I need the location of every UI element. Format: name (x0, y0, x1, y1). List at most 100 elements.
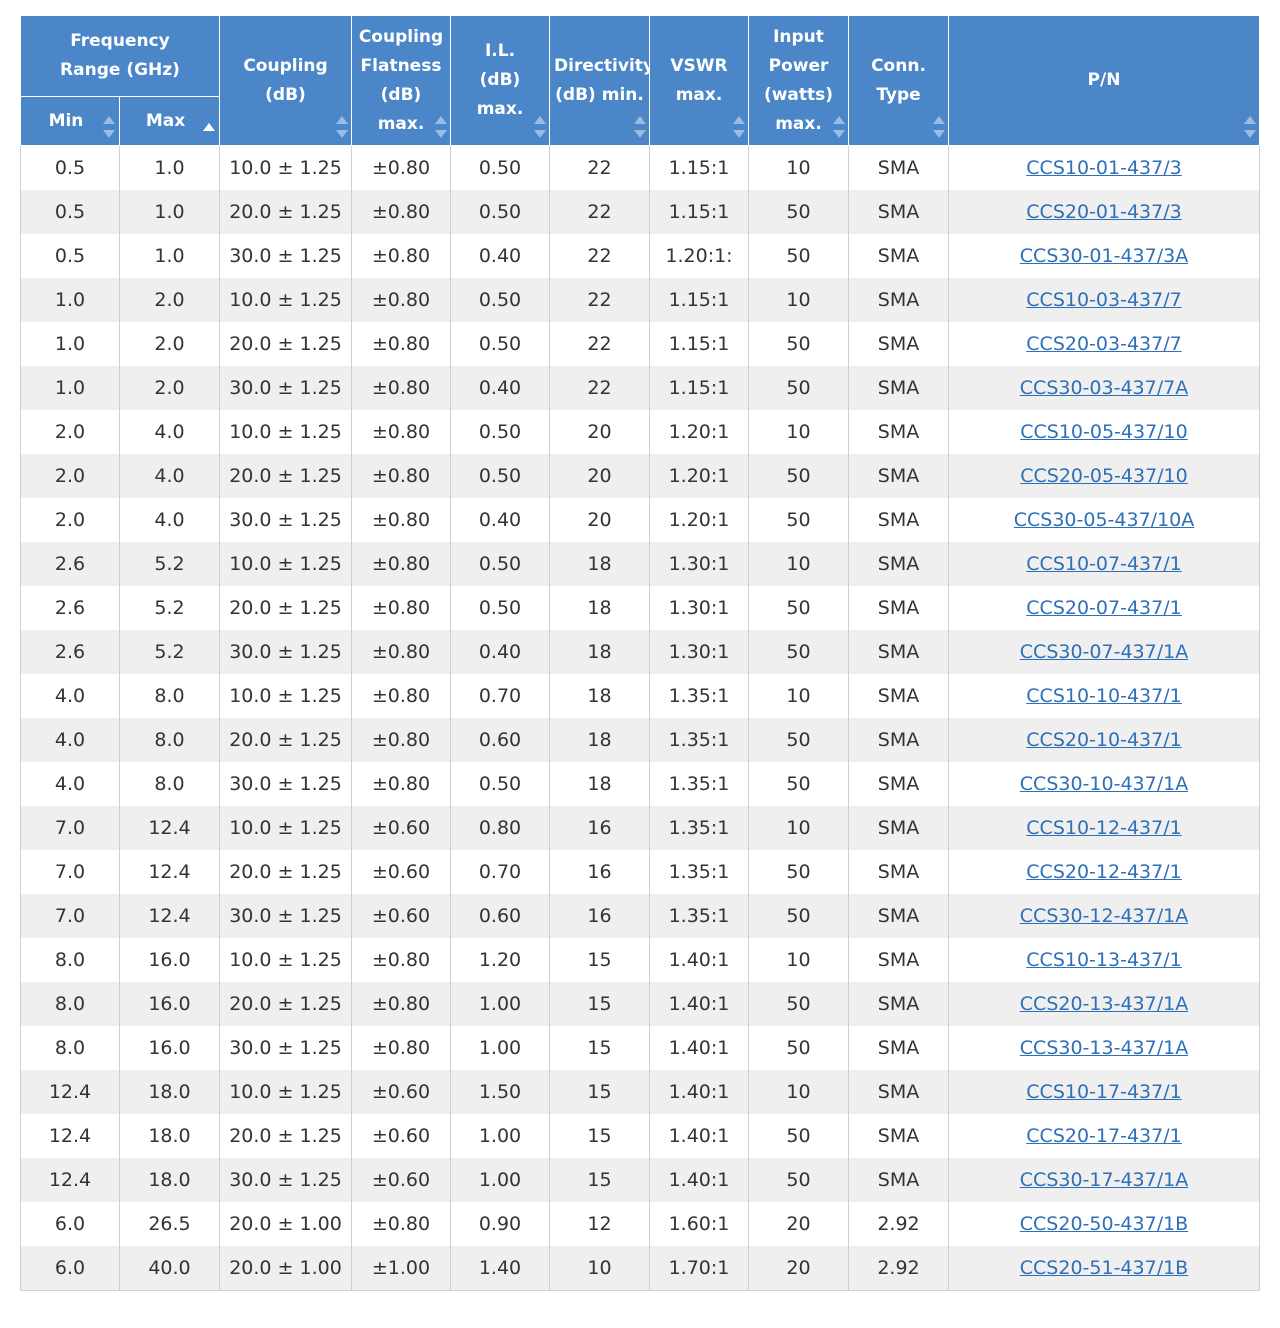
freq-max-cell: 8.0 (119, 674, 220, 718)
header-max[interactable]: Max (119, 96, 220, 146)
input-power-cell: 50 (748, 762, 849, 806)
il-cell: 0.50 (450, 145, 550, 190)
freq-max-cell: 2.0 (119, 366, 220, 410)
header-vswr[interactable]: VSWR max. (649, 15, 749, 146)
table-row: 1.0 2.0 20.0 ± 1.25 ±0.80 0.50 22 1.15:1 50 SMA C… (20, 322, 1260, 366)
part-number-cell: CCS10-01-437/3 (948, 145, 1260, 190)
header-coupling[interactable]: Coupling (dB) (219, 15, 352, 146)
il-cell: 0.50 (450, 322, 550, 366)
part-number-link[interactable]: CCS10-12-437/1 (1026, 817, 1181, 839)
freq-max-cell: 5.2 (119, 542, 220, 586)
vswr-cell: 1.15:1 (649, 322, 749, 366)
table-row: 12.4 18.0 30.0 ± 1.25 ±0.60 1.00 15 1.40:1 50 SM… (20, 1158, 1260, 1202)
table-row: 4.0 8.0 10.0 ± 1.25 ±0.80 0.70 18 1.35:1 10 SMA C… (20, 674, 1260, 718)
part-number-link[interactable]: CCS20-50-437/1B (1020, 1213, 1188, 1235)
flatness-cell: ±0.60 (351, 806, 451, 850)
conn-type-cell: SMA (848, 1026, 949, 1070)
directivity-cell: 15 (549, 1158, 650, 1202)
part-number-link[interactable]: CCS30-03-437/7A (1020, 377, 1188, 399)
part-number-link[interactable]: CCS30-01-437/3A (1020, 245, 1188, 267)
freq-min-cell: 1.0 (20, 278, 120, 322)
table-row: 2.6 5.2 30.0 ± 1.25 ±0.80 0.40 18 1.30:1 50 SMA C… (20, 630, 1260, 674)
vswr-cell: 1.15:1 (649, 190, 749, 234)
header-min[interactable]: Min (20, 96, 120, 146)
part-number-link[interactable]: CCS10-10-437/1 (1026, 685, 1181, 707)
part-number-link[interactable]: CCS10-13-437/1 (1026, 949, 1181, 971)
part-number-link[interactable]: CCS20-01-437/3 (1026, 201, 1181, 223)
part-number-link[interactable]: CCS10-07-437/1 (1026, 553, 1181, 575)
part-number-link[interactable]: CCS10-03-437/7 (1026, 289, 1181, 311)
flatness-cell: ±0.80 (351, 1202, 451, 1246)
header-label: I.L. (484, 41, 516, 61)
vswr-cell: 1.20:1 (649, 410, 749, 454)
freq-min-cell: 2.0 (20, 454, 120, 498)
part-number-cell: CCS20-12-437/1 (948, 850, 1260, 894)
flatness-cell: ±0.80 (351, 366, 451, 410)
freq-max-cell: 12.4 (119, 806, 220, 850)
table-row: 0.5 1.0 20.0 ± 1.25 ±0.80 0.50 22 1.15:1 50 SMA C… (20, 190, 1260, 234)
input-power-cell: 10 (748, 145, 849, 190)
table-row: 4.0 8.0 30.0 ± 1.25 ±0.80 0.50 18 1.35:1 50 SMA C… (20, 762, 1260, 806)
conn-type-cell: SMA (848, 806, 949, 850)
directivity-cell: 22 (549, 366, 650, 410)
part-number-link[interactable]: CCS30-07-437/1A (1020, 641, 1188, 663)
header-label: Coupling (243, 55, 328, 76)
header-label: VSWR (670, 55, 728, 76)
flatness-cell: ±0.80 (351, 938, 451, 982)
header-label: Power (768, 55, 829, 76)
coupling-cell: 30.0 ± 1.25 (219, 762, 352, 806)
coupling-cell: 30.0 ± 1.25 (219, 630, 352, 674)
table-row: 7.0 12.4 20.0 ± 1.25 ±0.60 0.70 16 1.35:1 50 SMA… (20, 850, 1260, 894)
directivity-cell: 16 (549, 894, 650, 938)
part-number-link[interactable]: CCS20-17-437/1 (1026, 1125, 1181, 1147)
part-number-link[interactable]: CCS30-10-437/1A (1020, 773, 1188, 795)
part-number-cell: CCS10-17-437/1 (948, 1070, 1260, 1114)
conn-type-cell: SMA (848, 322, 949, 366)
vswr-cell: 1.35:1 (649, 718, 749, 762)
freq-max-cell: 8.0 (119, 718, 220, 762)
il-cell: 0.40 (450, 234, 550, 278)
part-number-link[interactable]: CCS30-12-437/1A (1020, 905, 1188, 927)
il-cell: 1.40 (450, 1246, 550, 1291)
il-cell: 1.20 (450, 938, 550, 982)
part-number-link[interactable]: CCS30-13-437/1A (1020, 1037, 1188, 1059)
part-number-link[interactable]: CCS20-07-437/1 (1026, 597, 1181, 619)
il-cell: 0.50 (450, 762, 550, 806)
coupling-cell: 10.0 ± 1.25 (219, 1070, 352, 1114)
header-conn-type[interactable]: Conn. Type (848, 15, 949, 146)
part-number-link[interactable]: CCS30-05-437/10A (1014, 509, 1195, 531)
part-number-link[interactable]: CCS20-13-437/1A (1020, 993, 1188, 1015)
vswr-cell: 1.35:1 (649, 806, 749, 850)
il-cell: 0.60 (450, 718, 550, 762)
header-label: P/N (1087, 70, 1121, 90)
table-row: 7.0 12.4 30.0 ± 1.25 ±0.60 0.60 16 1.35:1 50 SMA… (20, 894, 1260, 938)
flatness-cell: ±0.80 (351, 410, 451, 454)
part-number-link[interactable]: CCS20-03-437/7 (1026, 333, 1181, 355)
coupling-cell: 20.0 ± 1.25 (219, 322, 352, 366)
coupling-cell: 20.0 ± 1.00 (219, 1246, 352, 1291)
part-number-link[interactable]: CCS20-51-437/1B (1020, 1257, 1188, 1279)
header-insertion-loss[interactable]: I.L. (dB) max. (450, 15, 550, 146)
part-number-link[interactable]: CCS20-12-437/1 (1026, 861, 1181, 883)
vswr-cell: 1.20:1 (649, 498, 749, 542)
flatness-cell: ±0.80 (351, 762, 451, 806)
il-cell: 1.00 (450, 1026, 550, 1070)
part-number-link[interactable]: CCS10-05-437/10 (1020, 421, 1188, 443)
vswr-cell: 1.70:1 (649, 1246, 749, 1291)
header-part-number[interactable]: P/N (948, 15, 1260, 146)
part-number-link[interactable]: CCS10-01-437/3 (1026, 157, 1181, 179)
coupling-cell: 30.0 ± 1.25 (219, 234, 352, 278)
freq-min-cell: 8.0 (20, 1026, 120, 1070)
part-number-link[interactable]: CCS20-10-437/1 (1026, 729, 1181, 751)
header-coupling-flatness[interactable]: Coupling Flatness (dB) max. (351, 15, 451, 146)
header-input-power[interactable]: Input Power (watts) max. (748, 15, 849, 146)
flatness-cell: ±0.60 (351, 1114, 451, 1158)
part-number-link[interactable]: CCS10-17-437/1 (1026, 1081, 1181, 1103)
part-number-cell: CCS30-03-437/7A (948, 366, 1260, 410)
part-number-link[interactable]: CCS20-05-437/10 (1020, 465, 1188, 487)
header-directivity[interactable]: Directivity (dB) min. (549, 15, 654, 146)
freq-max-cell: 2.0 (119, 278, 220, 322)
table-row: 8.0 16.0 10.0 ± 1.25 ±0.80 1.20 15 1.40:1 10 SMA… (20, 938, 1260, 982)
part-number-link[interactable]: CCS30-17-437/1A (1020, 1169, 1188, 1191)
coupling-cell: 20.0 ± 1.25 (219, 982, 352, 1026)
